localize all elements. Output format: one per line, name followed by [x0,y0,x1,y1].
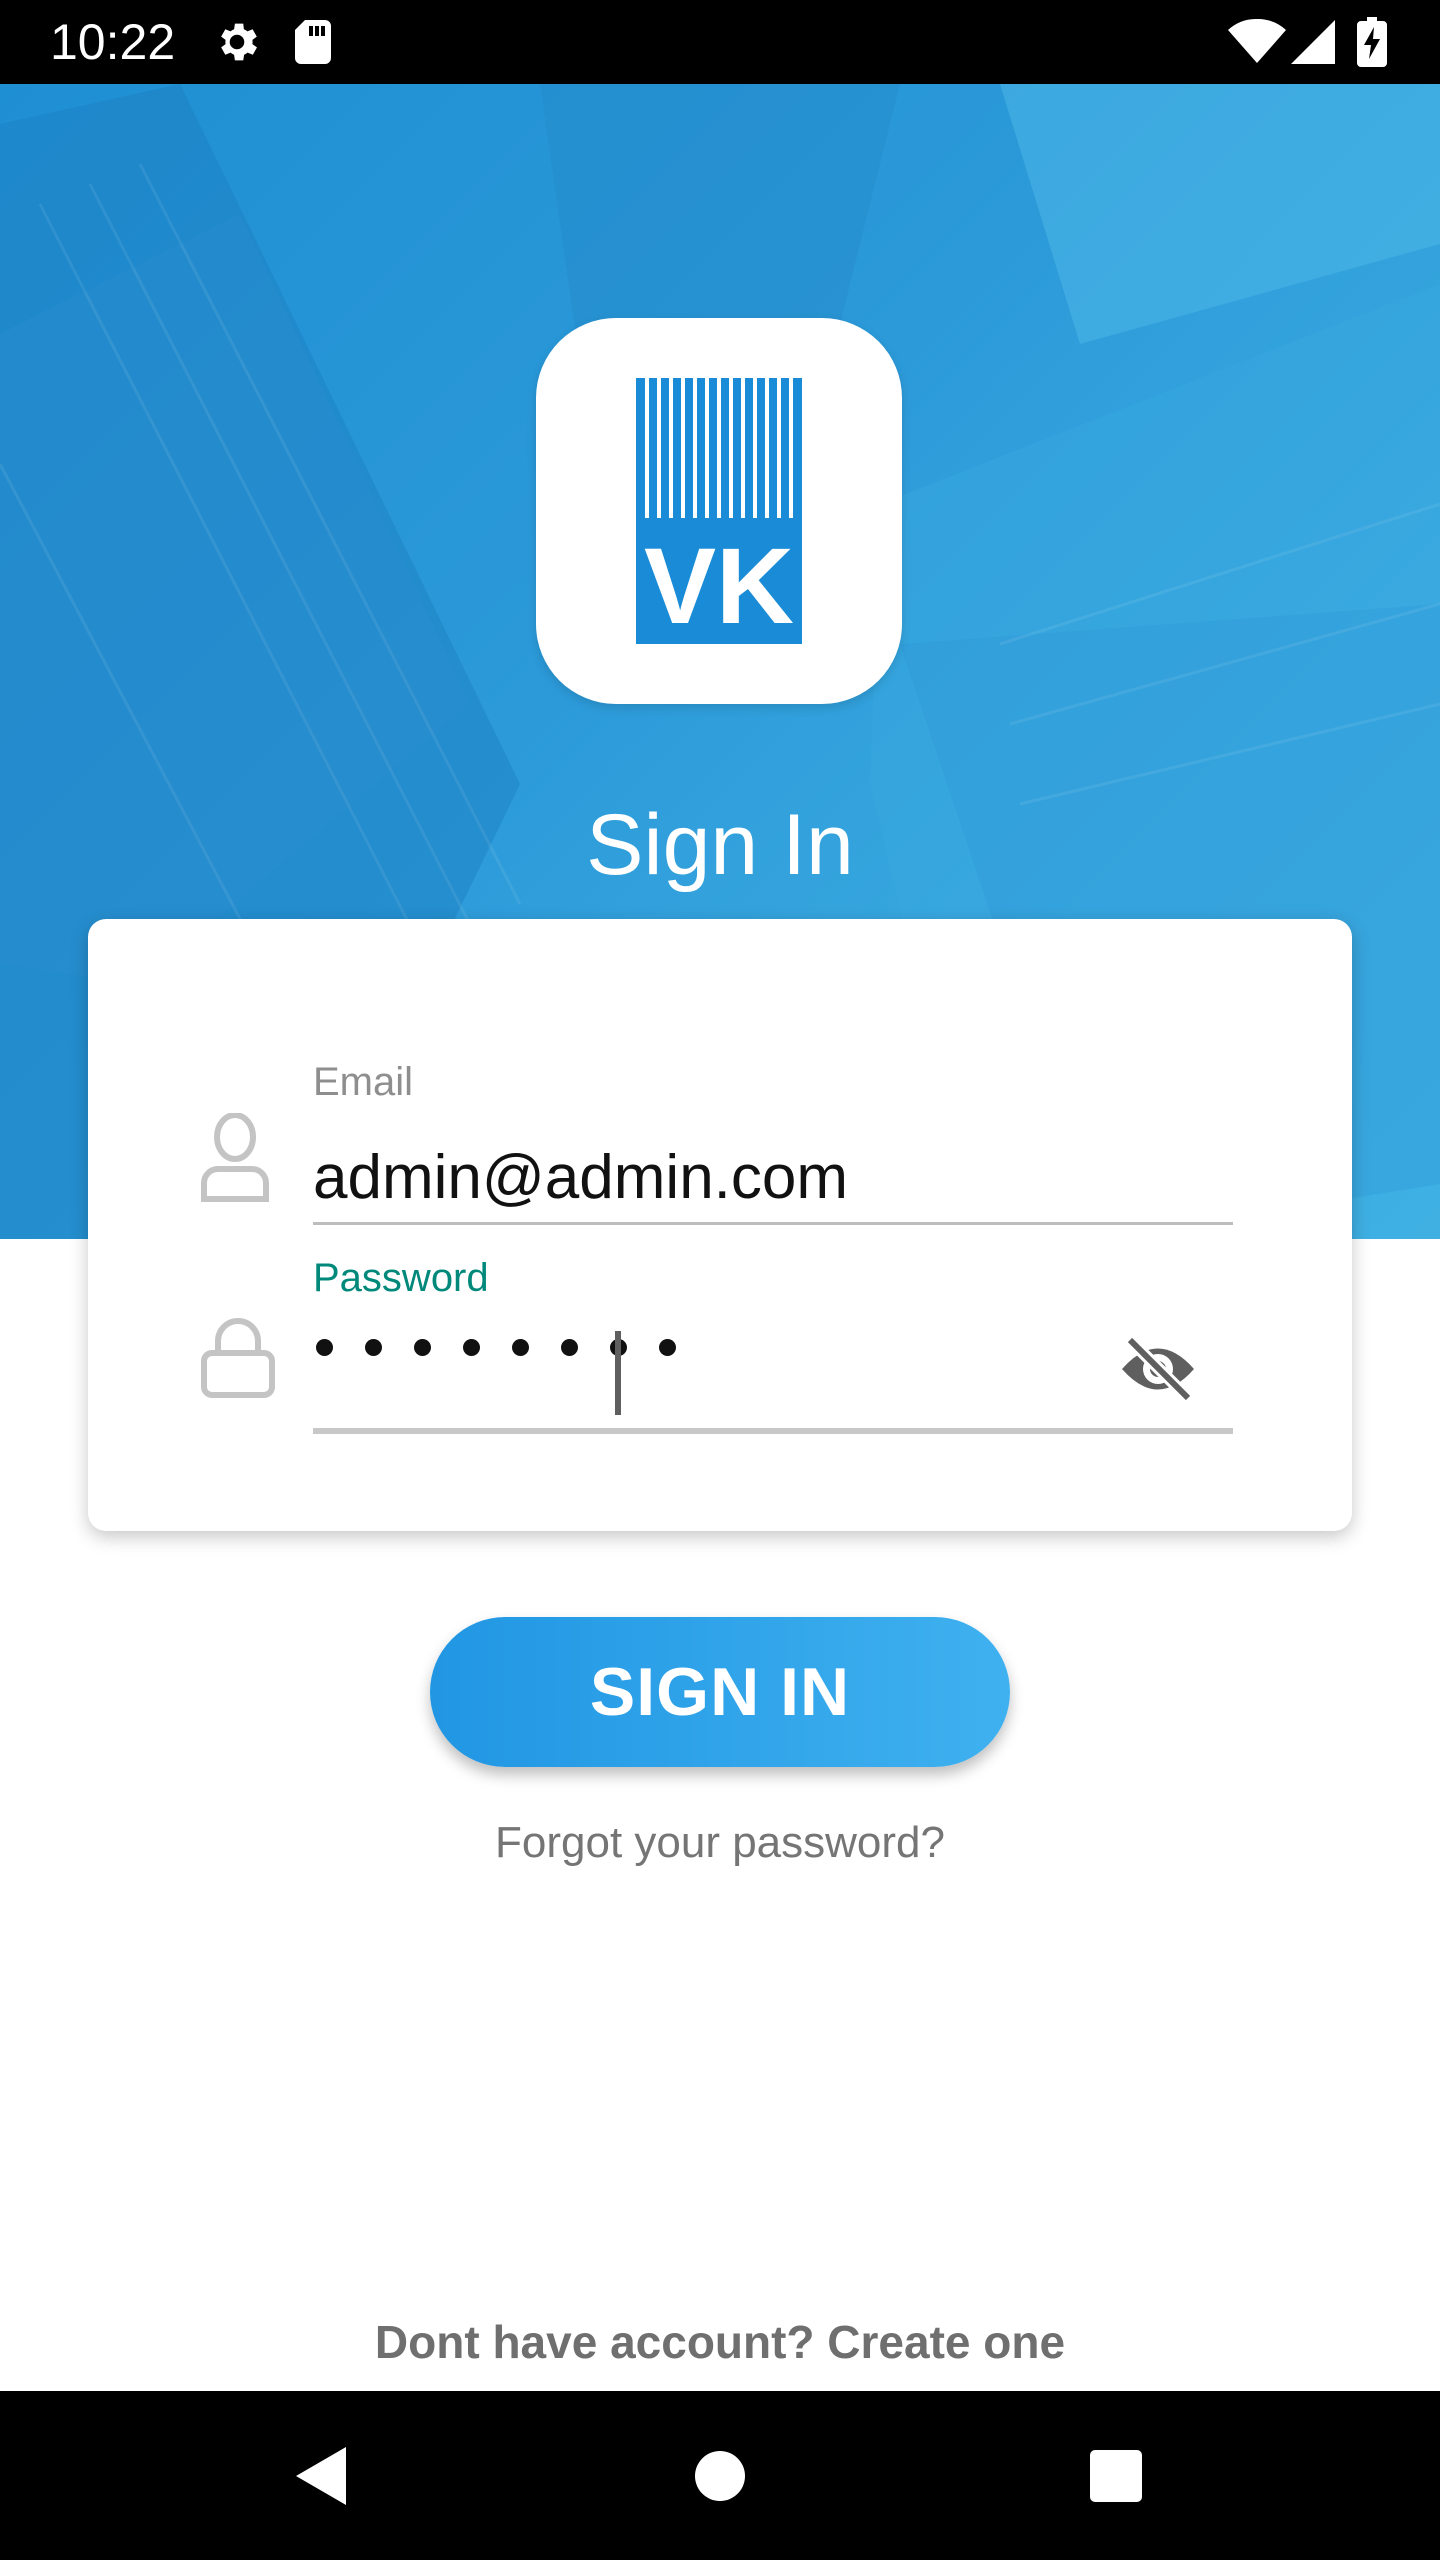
password-dot [365,1339,382,1356]
cell-signal-icon [1291,0,1335,84]
recents-icon[interactable] [1066,2391,1166,2560]
home-icon[interactable] [670,2391,770,2560]
password-label: Password [313,1256,489,1300]
person-icon [200,1112,270,1208]
wifi-icon [1228,0,1286,84]
page-title: Sign In [586,797,854,893]
sd-card-icon [293,0,333,84]
password-dot [463,1339,480,1356]
login-card: Email admin@admin.com Password [88,919,1352,1531]
password-dot [512,1339,529,1356]
logo-text: VK [644,525,794,644]
password-dot [316,1339,333,1356]
password-field[interactable] [316,1339,698,1356]
forgot-password-link[interactable]: Forgot your password? [0,1813,1440,1873]
email-label: Email [313,1060,414,1104]
battery-charging-icon [1357,0,1387,84]
email-field[interactable]: admin@admin.com [313,1141,1213,1215]
back-icon[interactable] [270,2391,370,2560]
sign-in-screen: 10:22 VK Sign In Email admin@admin.com P… [0,0,1440,2560]
navigation-bar [0,2391,1440,2560]
text-cursor [615,1331,621,1415]
sign-in-button[interactable]: SIGN IN [430,1617,1010,1767]
app-logo: VK [536,318,902,704]
password-dot [561,1339,578,1356]
lock-icon [200,1317,276,1404]
settings-icon [212,0,262,84]
status-bar: 10:22 [0,0,1440,84]
password-underline [313,1428,1233,1434]
email-underline [313,1222,1233,1225]
password-dot [414,1339,431,1356]
eye-off-icon[interactable] [1118,1334,1198,1404]
password-dot [659,1339,676,1356]
create-account-link[interactable]: Dont have account? Create one [0,2312,1440,2372]
status-time: 10:22 [50,14,176,70]
